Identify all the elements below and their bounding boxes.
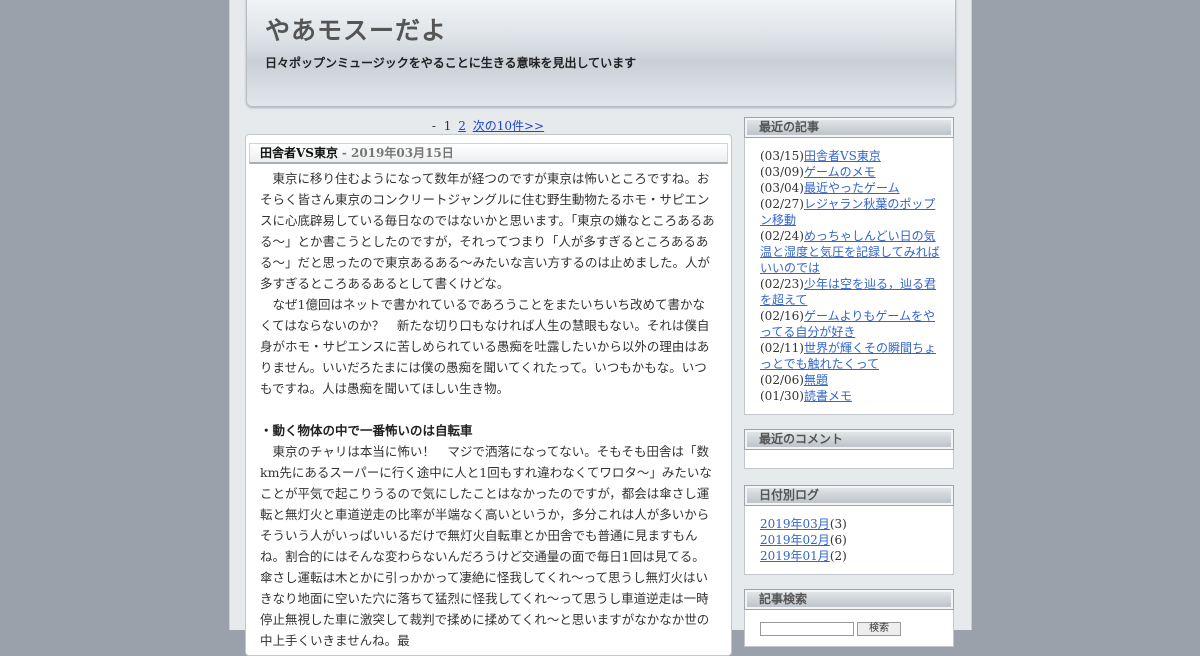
entry-date-label: (03/04) xyxy=(760,181,804,195)
archives-list: 2019年03月(3) 2019年02月(6) 2019年01月(2) xyxy=(744,506,954,575)
search-input[interactable] xyxy=(760,621,854,636)
site-header: やあモスーだよ 日々ポップンミュージックをやることに生きる意味を見出しています xyxy=(246,0,956,107)
list-item: (02/27)レジャラン秋葉のポップン移動 xyxy=(760,196,941,228)
entry-paragraph: なぜ1億回はネットで書かれているであろうことをまたいちいち改めて書かなくてはなら… xyxy=(260,297,710,396)
recent-entry-link[interactable]: ゲームのメモ xyxy=(804,165,876,179)
entry-paragraph: 東京に移り住むようになって数年が経つのですが東京は怖いところですね。おそらく皆さ… xyxy=(260,171,715,291)
entry-date-label: (02/27) xyxy=(760,197,804,211)
list-item: (02/23)少年は空を辿る，辿る君を超えて xyxy=(760,276,941,308)
entry-date-label: (02/11) xyxy=(760,341,804,355)
page-container: やあモスーだよ 日々ポップンミュージックをやることに生きる意味を見出しています … xyxy=(229,0,972,656)
blog-entry: 田舎者VS東京 - 2019年03月15日 東京に移り住むようになって数年が経つ… xyxy=(245,134,732,656)
search-title: 記事検索 xyxy=(744,589,954,610)
list-item: 2019年01月(2) xyxy=(760,548,941,564)
archive-count: (6) xyxy=(829,533,847,547)
entry-date-label: (02/16) xyxy=(760,309,804,323)
list-item: 2019年03月(3) xyxy=(760,516,941,532)
recent-comments-list xyxy=(744,450,954,469)
list-item: (01/30)読書メモ xyxy=(760,388,941,404)
archive-month-link[interactable]: 2019年03月 xyxy=(760,517,830,531)
archive-count: (3) xyxy=(829,517,847,531)
recent-entries-list: (03/15)田舎者VS東京 (03/09)ゲームのメモ (03/04)最近やっ… xyxy=(744,138,954,415)
recent-entries-box: 最近の記事 (03/15)田舎者VS東京 (03/09)ゲームのメモ (03/0… xyxy=(744,117,954,415)
site-title[interactable]: やあモスーだよ xyxy=(265,11,447,47)
list-item: 2019年02月(6) xyxy=(760,532,941,548)
entry-date: - 2019年03月15日 xyxy=(341,146,454,160)
archive-count: (2) xyxy=(829,549,847,563)
entry-subheading: ・動く物体の中で一番怖いのは自転車 xyxy=(260,423,473,438)
archives-box: 日付別ログ 2019年03月(3) 2019年02月(6) 2019年01月(2… xyxy=(744,485,954,575)
pager-dash: - xyxy=(431,119,436,133)
entry-date-label: (03/15) xyxy=(760,149,804,163)
archive-month-link[interactable]: 2019年02月 xyxy=(760,533,830,547)
entry-date-label: (01/30) xyxy=(760,389,804,403)
recent-entry-link[interactable]: 田舎者VS東京 xyxy=(804,149,881,163)
recent-entry-link[interactable]: 読書メモ xyxy=(804,389,852,403)
list-item: (03/04)最近やったゲーム xyxy=(760,180,941,196)
list-item: (02/11)世界が輝くその瞬間ちょっとでも触れたくって xyxy=(760,340,941,372)
recent-comments-box: 最近のコメント xyxy=(744,429,954,469)
archive-month-link[interactable]: 2019年01月 xyxy=(760,549,830,563)
entry-date-label: (03/09) xyxy=(760,165,804,179)
pager-next-link[interactable]: 次の10件>> xyxy=(473,119,544,133)
site-description: 日々ポップンミュージックをやることに生きる意味を見出しています xyxy=(265,56,637,70)
recent-entry-link[interactable]: 最近やったゲーム xyxy=(804,181,900,195)
recent-entry-link[interactable]: 無題 xyxy=(804,373,828,387)
entry-date-label: (02/23) xyxy=(760,277,804,291)
entry-body: 東京に移り住むようになって数年が経つのですが東京は怖いところですね。おそらく皆さ… xyxy=(246,164,731,651)
pager-page-2-link[interactable]: 2 xyxy=(458,119,466,133)
entry-title[interactable]: 田舎者VS東京 xyxy=(260,146,338,160)
search-form: 検索 xyxy=(744,610,954,647)
recent-entries-title: 最近の記事 xyxy=(744,117,954,138)
entry-header: 田舎者VS東京 - 2019年03月15日 xyxy=(249,143,728,164)
list-item: (03/09)ゲームのメモ xyxy=(760,164,941,180)
pager-current: 1 xyxy=(443,119,452,133)
entry-paragraph: 東京のチャリは本当に怖い！ マジで洒落になってない。そもそも田舎は「数km先にあ… xyxy=(260,444,712,648)
recent-comments-title: 最近のコメント xyxy=(744,429,954,450)
list-item: (02/06)無題 xyxy=(760,372,941,388)
search-box: 記事検索 検索 xyxy=(744,589,954,647)
list-item: (03/15)田舎者VS東京 xyxy=(760,148,941,164)
list-item: (02/16)ゲームよりもゲームをやってる自分が好き xyxy=(760,308,941,340)
list-item: (02/24)めっちゃしんどい日の気温と湿度と気圧を記録してみればいいのでは xyxy=(760,228,941,276)
search-button[interactable]: 検索 xyxy=(857,621,901,636)
archives-title: 日付別ログ xyxy=(744,485,954,506)
pagination: - 1 2 次の10件>> xyxy=(230,117,746,134)
entry-date-label: (02/06) xyxy=(760,373,804,387)
entry-date-label: (02/24) xyxy=(760,229,804,243)
